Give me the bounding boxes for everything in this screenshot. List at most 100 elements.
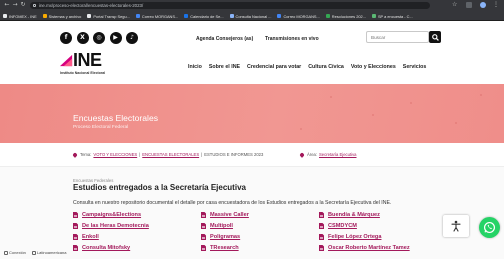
section-heading: Estudios entregados a la Secretaría Ejec… xyxy=(73,183,246,192)
document-link-label: Consulta Mitofsky xyxy=(82,245,131,251)
document-link[interactable]: Massive Caller xyxy=(201,212,249,218)
document-link[interactable]: Felipe López Ortega xyxy=(319,234,381,240)
bookmark-label: Portal Transp Segu... xyxy=(93,13,130,19)
agenda-link[interactable]: Agenda Consejeros (as) xyxy=(196,36,253,42)
pin-icon xyxy=(72,151,78,158)
address-bar-url: ine.mx/proceso-electoral/encuestas-elect… xyxy=(39,2,144,8)
browser-toolbar: ← → ↻ ine.mx/proceso-electoral/encuestas… xyxy=(0,0,504,10)
document-link[interactable]: Buendía & Márquez xyxy=(319,212,380,218)
document-link-label: CSMDYCM xyxy=(328,223,357,229)
bookmark-icon xyxy=(3,14,7,18)
breadcrumb-current: ESTUDIOS E INFORMES 2023 xyxy=(204,152,264,157)
document-link[interactable]: Campaigns&Elections xyxy=(73,212,141,218)
bookmark-item[interactable]: Consulta Nacional ... xyxy=(229,14,271,19)
bookmark-item[interactable]: Correo MORGANS... xyxy=(135,13,179,19)
bottom-bar-label: Conexión xyxy=(9,250,26,255)
accessibility-icon xyxy=(451,220,461,232)
logo-text[interactable]: INE xyxy=(73,50,102,70)
bookmark-label: Correo MORGANS... xyxy=(141,13,179,19)
bookmark-label: Correo MORGANS... xyxy=(283,13,320,19)
instagram-icon[interactable]: ◎ xyxy=(93,32,105,44)
document-link-label: Felipe López Ortega xyxy=(328,234,382,240)
menu-icon[interactable]: ⋮ xyxy=(493,2,499,8)
nav-item-cultura-civica[interactable]: Cultura Cívica xyxy=(308,64,344,70)
bookmark-item[interactable]: SP a encuesta - C... xyxy=(371,14,413,19)
bookmark-item[interactable]: INFOMEX - INE xyxy=(3,14,37,19)
address-bar[interactable]: ine.mx/proceso-electoral/encuestas-elect… xyxy=(30,1,430,9)
page-subtitle: Proceso Electoral Federal xyxy=(73,125,129,130)
search-button[interactable] xyxy=(429,31,441,43)
profile-icon[interactable] xyxy=(480,2,486,8)
nav-item-servicios[interactable]: Servicios xyxy=(403,64,427,70)
youtube-icon[interactable]: ▶ xyxy=(109,32,122,44)
bookmark-label: INFOMEX - INE xyxy=(9,13,37,19)
breadcrumb: Tema: VOTO Y ELECCIONES | ENCUESTAS ELEC… xyxy=(72,151,264,158)
bottom-bar-item[interactable]: Latinoamericana xyxy=(31,250,67,255)
area-label: Área: xyxy=(307,152,318,157)
back-icon[interactable]: ← xyxy=(3,1,11,9)
facebook-icon[interactable]: f xyxy=(60,32,72,44)
document-link-label: Massive Caller xyxy=(210,212,249,218)
document-link[interactable]: De las Heras Demotecnia xyxy=(73,223,149,229)
bookmark-item[interactable]: Sistemas y archivo xyxy=(42,13,82,19)
breadcrumb-link[interactable]: ENCUESTAS ELECTORALES xyxy=(142,152,199,157)
extension-icon[interactable] xyxy=(466,2,472,8)
ine-logo-icon[interactable] xyxy=(59,53,74,68)
reload-icon[interactable]: ↻ xyxy=(19,1,27,9)
nav-item-inicio[interactable]: Inicio xyxy=(188,64,202,70)
search-icon xyxy=(431,33,439,41)
bottom-bar-item[interactable]: Conexión xyxy=(4,250,26,255)
whatsapp-icon xyxy=(483,221,496,234)
document-link[interactable]: Consulta Mitofsky xyxy=(73,245,130,251)
document-link[interactable]: Oscar Roberto Martínez Tamez xyxy=(319,245,410,251)
main-nav: Inicio Sobre el INE Credencial para vota… xyxy=(188,64,426,70)
bookmark-item[interactable]: Resoluciones 202... xyxy=(325,14,366,19)
bookmark-icon xyxy=(184,14,189,18)
lock-icon xyxy=(33,3,36,7)
document-link[interactable]: Multipoll xyxy=(201,223,233,229)
bookmark-label: Calendario de Se... xyxy=(190,13,224,19)
document-link[interactable]: Poligramas xyxy=(201,234,240,240)
page-title: Encuestas Electorales xyxy=(73,113,159,123)
bookmark-icon xyxy=(42,14,47,18)
file-icon xyxy=(73,245,78,251)
bookmark-icon xyxy=(87,14,92,18)
bookmark-icon xyxy=(277,14,282,18)
breadcrumb-label: Tema: xyxy=(80,152,92,157)
bookmark-item[interactable]: Correo MORGANS... xyxy=(277,13,320,19)
document-link-label: Campaigns&Elections xyxy=(82,212,142,218)
file-icon xyxy=(319,234,324,240)
area-link[interactable]: Secretaría Ejecutiva xyxy=(319,152,356,157)
breadcrumb-link[interactable]: VOTO Y ELECCIONES xyxy=(93,152,137,157)
bookmarks-list: INFOMEX - INE Sistemas y archivo Portal … xyxy=(3,12,501,20)
file-icon xyxy=(319,212,324,218)
nav-item-voto-y-elecciones[interactable]: Voto y Elecciones xyxy=(351,64,396,70)
bottom-bar-label: Latinoamericana xyxy=(36,250,67,255)
search-input[interactable] xyxy=(366,31,429,43)
document-link[interactable]: CSMDYCM xyxy=(319,223,357,229)
bookmark-icon xyxy=(325,14,330,18)
social-links: f X ◎ ▶ ♪ xyxy=(60,32,138,44)
bookmark-icon xyxy=(371,14,376,18)
nav-item-credencial[interactable]: Credencial para votar xyxy=(247,64,301,70)
nav-item-sobre-el-ine[interactable]: Sobre el INE xyxy=(209,64,240,70)
tiktok-icon[interactable]: ♪ xyxy=(126,32,138,44)
document-link[interactable]: TResearch xyxy=(201,245,239,251)
bookmark-item[interactable]: Calendario de Se... xyxy=(184,13,224,19)
globe-icon xyxy=(4,250,8,255)
bookmark-icon xyxy=(229,14,234,18)
document-link[interactable]: Enkoll xyxy=(73,234,99,240)
bottom-bar: Conexión Latinoamericana xyxy=(4,250,66,255)
bookmark-icon xyxy=(135,14,140,18)
document-link-label: Poligramas xyxy=(210,234,241,240)
document-link-label: Enkoll xyxy=(82,234,99,240)
accessibility-button[interactable] xyxy=(443,215,469,237)
bookmark-label: Sistemas y archivo xyxy=(48,13,82,19)
bookmark-item[interactable]: Portal Transp Segu... xyxy=(87,14,130,19)
star-icon[interactable]: ☆ xyxy=(452,2,458,8)
x-icon[interactable]: X xyxy=(76,32,89,44)
file-icon xyxy=(201,223,206,229)
live-link[interactable]: Transmisiones en vivo xyxy=(265,36,319,42)
whatsapp-button[interactable] xyxy=(479,217,500,238)
forward-icon[interactable]: → xyxy=(11,1,19,9)
